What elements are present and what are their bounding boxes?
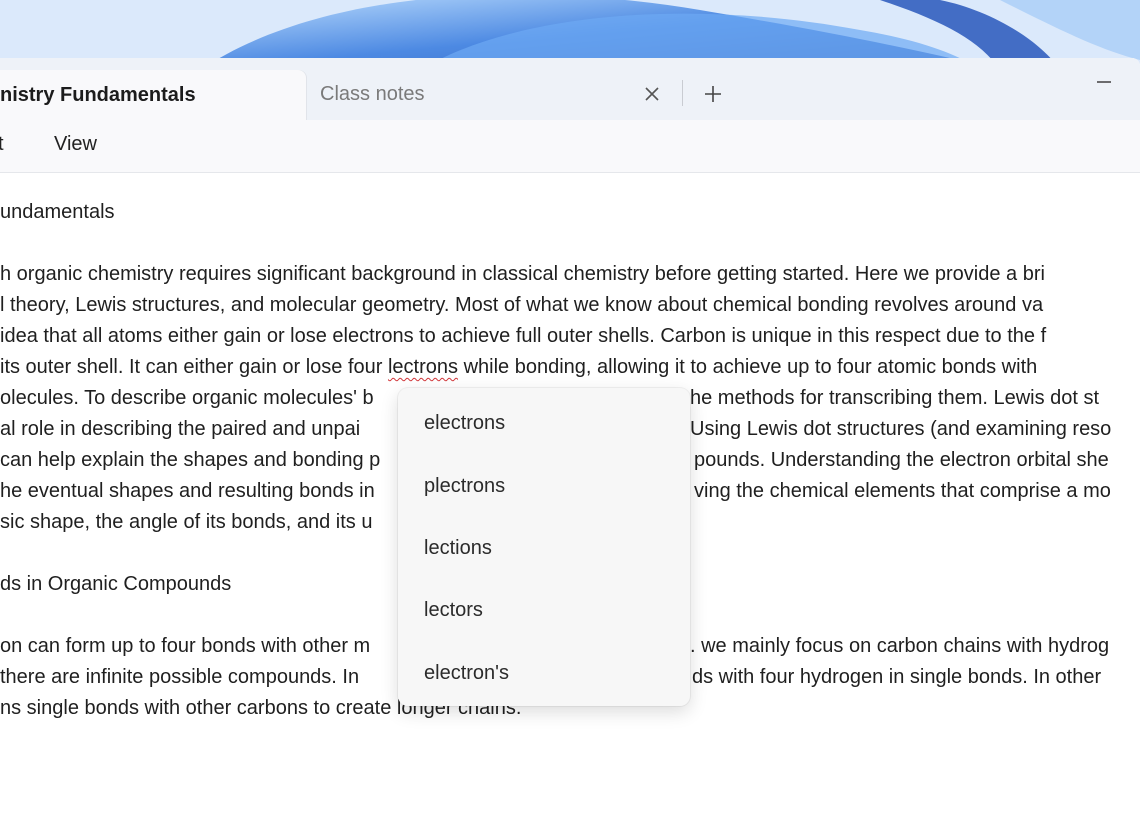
paragraph-line: Using Lewis dot structures (and examinin… (690, 418, 1112, 440)
tab-class-notes[interactable]: Class notes (308, 70, 678, 120)
paragraph-line: sic shape, the angle of its bonds, and i… (0, 511, 373, 533)
paragraph-line: he methods for transcribing them. Lewis … (690, 387, 1100, 409)
minimize-icon[interactable] (1086, 68, 1122, 96)
menu-edit[interactable]: t (0, 133, 4, 156)
paragraph-line: idea that all atoms either gain or lose … (0, 325, 1047, 347)
menu-bar: t View (0, 120, 1140, 173)
paragraph-line: al role in describing the paired and unp… (0, 418, 361, 440)
suggestion-item[interactable]: electron's (424, 662, 509, 685)
misspelled-word[interactable]: lectrons (388, 356, 458, 378)
plus-icon[interactable] (699, 80, 727, 108)
menu-view[interactable]: View (54, 133, 97, 156)
paragraph-line: can help explain the shapes and bonding … (0, 449, 381, 471)
tab-chemistry-fundamentals[interactable]: nistry Fundamentals (0, 70, 306, 120)
suggestion-item[interactable]: electrons (424, 412, 505, 435)
paragraph-line: . we mainly focus on carbon chains with … (690, 635, 1110, 657)
suggestion-item[interactable]: lections (424, 537, 492, 560)
paragraph-line: h organic chemistry requires significant… (0, 263, 1045, 285)
paragraph-line: l theory, Lewis structures, and molecula… (0, 294, 1044, 316)
paragraph-line: on can form up to four bonds with other … (0, 635, 371, 657)
suggestion-item[interactable]: plectrons (424, 475, 505, 498)
text-run: its outer shell. It can either gain or l… (0, 356, 388, 378)
tab-title: Class notes (320, 83, 425, 105)
paragraph-line: olecules. To describe organic molecules'… (0, 387, 374, 409)
tab-bar: nistry Fundamentals Class notes (0, 58, 1140, 120)
document-heading: undamentals (0, 201, 115, 223)
paragraph-line: ds with four hydrogen in single bonds. I… (692, 666, 1102, 688)
tab-title: nistry Fundamentals (0, 84, 196, 106)
tab-divider (682, 80, 683, 106)
paragraph-line: there are infinite possible compounds. I… (0, 666, 360, 688)
paragraph-line: pounds. Understanding the electron orbit… (694, 449, 1109, 471)
paragraph-line: its outer shell. It can either gain or l… (0, 356, 1037, 379)
close-icon[interactable] (638, 80, 666, 108)
text-run: while bonding, allowing it to achieve up… (458, 356, 1038, 378)
paragraph-line: ving the chemical elements that comprise… (694, 480, 1111, 502)
paragraph-line: he eventual shapes and resulting bonds i… (0, 480, 375, 502)
document-subheading: ds in Organic Compounds (0, 573, 232, 595)
spelling-suggestions-menu: electrons plectrons lections lectors ele… (398, 388, 690, 706)
suggestion-item[interactable]: lectors (424, 599, 483, 622)
